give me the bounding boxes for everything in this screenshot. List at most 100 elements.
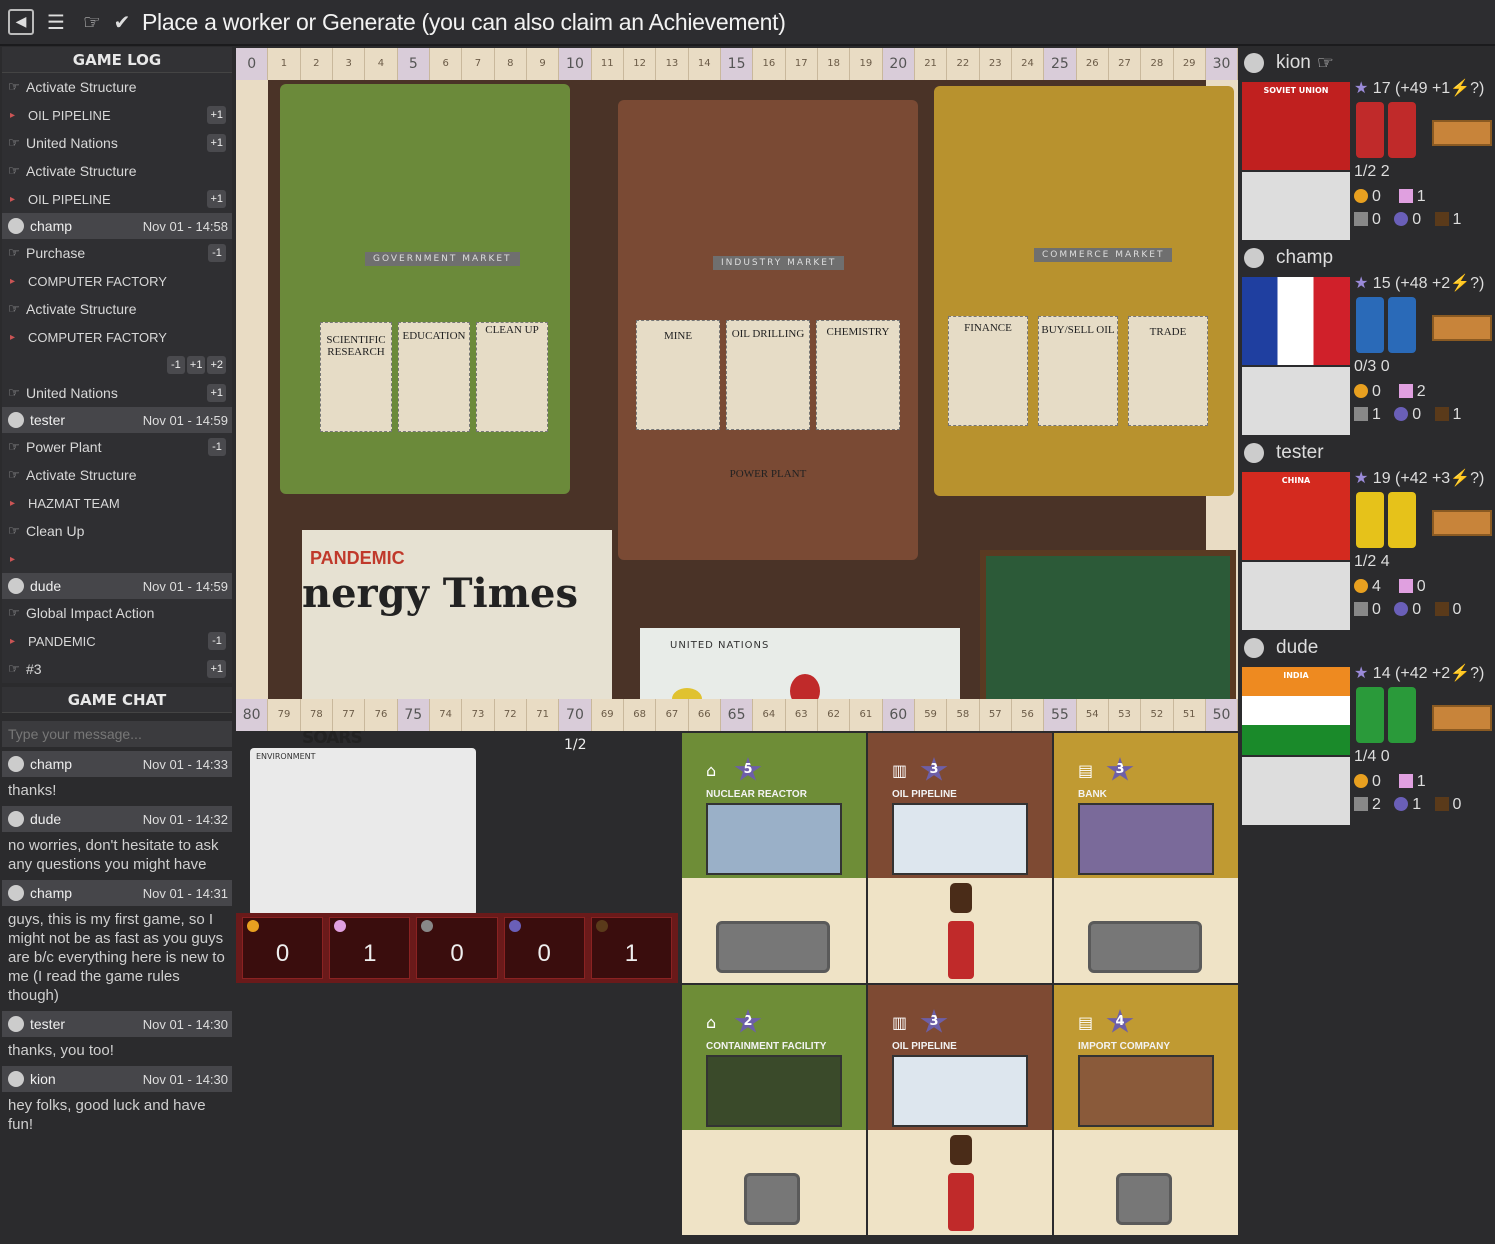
cube-icon	[1398, 579, 1413, 593]
player-resources-row: 0 0 0	[1354, 601, 1461, 619]
track-space: 16	[753, 48, 786, 80]
chat-message: thanks!	[8, 782, 57, 799]
track-space: 80	[236, 699, 269, 731]
chat-time: Nov 01 - 14:31	[142, 885, 228, 901]
avatar-icon	[8, 811, 24, 827]
turn-prompt: Place a worker or Generate (you can also…	[142, 8, 786, 35]
track-space: 20	[882, 48, 915, 80]
worker-pawn	[1356, 687, 1384, 743]
player-mini-board	[1242, 562, 1350, 630]
log-time: Nov 01 - 14:59	[142, 578, 228, 594]
worker-slot[interactable]	[716, 921, 830, 973]
cube-count: 0	[1416, 578, 1426, 595]
oil-count: 0	[1452, 601, 1462, 618]
action-label: TRADE	[1149, 326, 1187, 338]
player-panel: kion ☞ SOVIET UNION ★ 17 (+49 +1⚡?) 1/2 2 0 1…	[1240, 48, 1495, 243]
log-entry: ☞ Purchase -1	[2, 239, 232, 267]
left-panel: GAME LOG ☞ Activate Structure ▸ OIL PIPELIN…	[2, 47, 232, 1244]
power-plant-label: POWER PLANT	[729, 468, 807, 480]
checkmark-icon: ✔	[113, 10, 131, 34]
country-flag: SOVIET UNION	[1242, 82, 1350, 170]
card-title: NUCLEAR REACTOR	[706, 789, 807, 800]
log-chip: +1	[207, 106, 226, 124]
avatar-icon	[8, 1071, 24, 1087]
oil-barrel-icon	[950, 1135, 972, 1165]
oil-counter: 1	[590, 917, 673, 979]
structure-card[interactable]: ▥ 3 OIL PIPELINE	[868, 733, 1052, 983]
log-entry-text: OIL PIPELINE	[28, 107, 111, 123]
barrel-icon	[1434, 407, 1449, 421]
game-log[interactable]: ☞ Activate Structure ▸ OIL PIPELINE +1 ☞ Unite…	[2, 73, 232, 683]
chat-time: Nov 01 - 14:30	[142, 1071, 228, 1087]
environment-label: ENVIRONMENT	[256, 752, 316, 761]
worker-slot[interactable]	[744, 1173, 800, 1225]
chat-message: no worries, don't hesitate to ask any qu…	[8, 837, 219, 873]
achievement-tile	[1432, 510, 1492, 536]
track-space: 25	[1044, 48, 1077, 80]
oil-barrel-icon	[950, 883, 972, 913]
coin-icon	[1354, 384, 1368, 398]
board-center: GOVERNMENT MARKET SCIENTIFIC RESEARCH ED…	[268, 80, 1236, 748]
hand-icon: ☞	[8, 661, 20, 676]
arrow-icon: ▸	[10, 635, 16, 647]
card-illustration	[706, 1055, 842, 1127]
card-illustration	[1078, 1055, 1214, 1127]
structure-card[interactable]: ⌂ 2 CONTAINMENT FACILITY	[682, 985, 866, 1235]
cube-icon	[1398, 774, 1413, 788]
chat-username: champ	[30, 756, 73, 772]
arrow-icon: ▸	[10, 193, 16, 205]
commerce-market-label: COMMERCE MARKET	[1034, 248, 1173, 262]
structure-card[interactable]: ▤ 4 IMPORT COMPANY	[1054, 985, 1238, 1235]
track-space: 2	[301, 48, 333, 80]
player-panel: dude INDIA ★ 14 (+42 +2⚡?) 1/4 00 12 1 0	[1240, 633, 1495, 828]
action-clean-up[interactable]	[476, 322, 548, 432]
log-entry-text: United Nations	[26, 385, 118, 401]
log-entry: ☞ Activate Structure	[2, 461, 232, 489]
hand-icon: ☞	[8, 523, 20, 538]
hand-icon: ☞	[8, 439, 20, 454]
arrow-icon: ▸	[10, 109, 16, 121]
structure-card[interactable]: ▤ 3 BANK	[1054, 733, 1238, 983]
atom-icon	[1394, 212, 1409, 226]
structure-type-icon: ▥	[892, 1013, 908, 1032]
cube-icon	[1398, 189, 1413, 203]
hand-icon: ☞	[8, 605, 20, 620]
structure-card[interactable]: ⌂ 5 NUCLEAR REACTOR	[682, 733, 866, 983]
track-space: 1	[268, 48, 301, 80]
structure-type-icon: ⌂	[706, 1013, 717, 1032]
worker-slot[interactable]	[1088, 921, 1202, 973]
coin-icon	[1354, 774, 1368, 788]
log-entry-text: HAZMAT TEAM	[28, 495, 120, 511]
resource-counters: 0 1 0 0 1	[236, 913, 678, 983]
player-resources-row: 0 2	[1354, 383, 1426, 401]
log-entry: ☞ Power Plant -1	[2, 433, 232, 461]
track-space: 24	[1012, 48, 1045, 80]
steel-count: 2	[1372, 796, 1381, 813]
settings-sliders-icon[interactable]: ☰	[42, 8, 70, 36]
victory-points-star: 3	[1106, 757, 1134, 781]
commerce-market: COMMERCE MARKET FINANCE BUY/SELL OIL TRA…	[934, 86, 1234, 496]
track-space: 22	[947, 48, 980, 80]
hand-icon: ☞	[8, 385, 20, 400]
track-space: 70	[559, 699, 592, 731]
track-space: 3	[333, 48, 366, 80]
log-entry-text: #3	[26, 661, 42, 677]
chat-time: Nov 01 - 14:30	[142, 1016, 228, 1032]
coin-icon	[1354, 189, 1368, 203]
avatar-icon	[1244, 638, 1264, 658]
player-stats-row: 1/2 2	[1354, 163, 1390, 180]
hand-icon: ☞	[8, 135, 20, 150]
chat-input[interactable]: Type your message...	[2, 721, 232, 747]
achievement-tile	[1432, 315, 1492, 341]
worker-slot[interactable]	[1116, 1173, 1172, 1225]
log-entry: ☞ Activate Structure	[2, 73, 232, 101]
atom-icon	[1394, 797, 1409, 811]
track-space: 67	[656, 699, 689, 731]
card-title: CONTAINMENT FACILITY	[706, 1041, 827, 1052]
structure-card[interactable]: ▥ 3 OIL PIPELINE	[868, 985, 1052, 1235]
card-illustration	[892, 803, 1028, 875]
pointing-hand-icon: ☞	[83, 10, 101, 34]
player-score: ★ 17 (+49 +1⚡?)	[1354, 78, 1484, 98]
player-score: ★ 14 (+42 +2⚡?)	[1354, 663, 1484, 683]
back-icon[interactable]: ◀	[8, 9, 34, 35]
